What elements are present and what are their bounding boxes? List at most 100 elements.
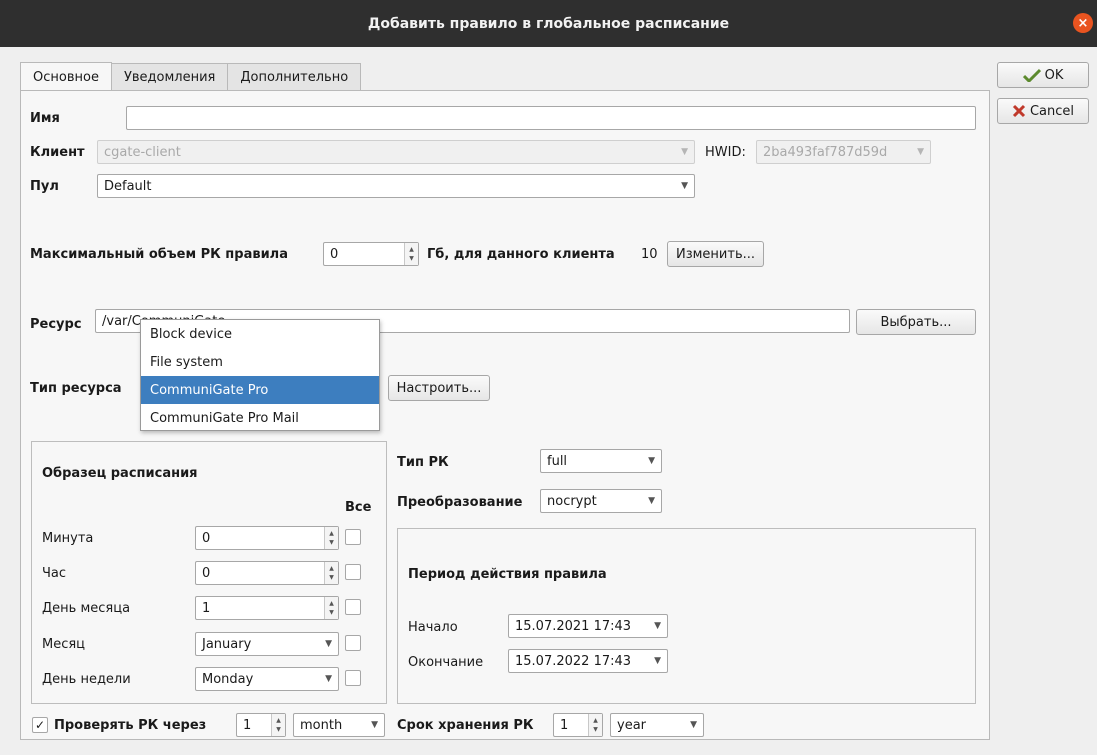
dropdown-option-block-device[interactable]: Block device — [141, 320, 379, 348]
change-quota-button[interactable]: Изменить... — [667, 241, 764, 267]
cancel-button[interactable]: Cancel — [997, 98, 1089, 124]
retention-label: Срок хранения РК — [397, 718, 534, 733]
check-interval-label: Проверять РК через — [54, 718, 207, 733]
client-label: Клиент — [30, 145, 85, 160]
weekday-select[interactable]: Monday ▼ — [195, 667, 339, 691]
hwid-select[interactable]: 2ba493faf787d59d ▼ — [756, 140, 931, 164]
check-unit-value: month — [300, 717, 343, 733]
resource-type-dropdown: Block device File system CommuniGate Pro… — [140, 319, 380, 431]
check-interval-checkbox[interactable]: ✓ — [32, 717, 48, 733]
dropdown-option-file-system[interactable]: File system — [141, 348, 379, 376]
name-input[interactable] — [126, 106, 976, 130]
backup-type-label: Тип РК — [397, 455, 449, 470]
tab-advanced[interactable]: Дополнительно — [227, 63, 362, 91]
retention-value: 1 — [560, 717, 569, 733]
chevron-down-icon: ▼ — [325, 639, 332, 649]
end-label: Окончание — [408, 655, 484, 670]
tab-main[interactable]: Основное — [20, 62, 112, 91]
pool-value: Default — [104, 178, 152, 194]
spinner-arrows-icon[interactable]: ▲ ▼ — [271, 714, 285, 736]
start-datetime-select[interactable]: 15.07.2021 17:43 ▼ — [508, 614, 668, 638]
title-bar: Добавить правило в глобальное расписание… — [0, 0, 1097, 47]
client-select[interactable]: cgate-client ▼ — [97, 140, 695, 164]
resource-label: Ресурс — [30, 317, 82, 332]
weekday-value: Monday — [202, 671, 254, 687]
month-label: Месяц — [42, 637, 86, 652]
weekday-all-checkbox[interactable] — [345, 670, 361, 686]
close-icon[interactable]: × — [1073, 13, 1093, 33]
choose-resource-button[interactable]: Выбрать... — [856, 309, 976, 335]
all-label: Все — [345, 500, 372, 515]
hour-spinner[interactable]: 0 ▲ ▼ — [195, 561, 339, 585]
transform-label: Преобразование — [397, 495, 523, 510]
configure-button[interactable]: Настроить... — [388, 375, 490, 401]
ok-button[interactable]: OK — [997, 62, 1089, 88]
pool-label: Пул — [30, 179, 59, 194]
chevron-down-icon: ▼ — [325, 674, 332, 684]
start-value: 15.07.2021 17:43 — [515, 618, 632, 634]
tab-notifications[interactable]: Уведомления — [110, 63, 229, 91]
max-volume-value: 0 — [330, 246, 339, 262]
chevron-down-icon: ▼ — [681, 147, 688, 157]
chevron-down-icon: ▼ — [917, 147, 924, 157]
resource-type-label: Тип ресурса — [30, 381, 122, 396]
start-label: Начало — [408, 620, 458, 635]
chevron-down-icon: ▼ — [654, 656, 661, 666]
end-value: 15.07.2022 17:43 — [515, 653, 632, 669]
period-group — [397, 528, 976, 704]
spinner-arrows-icon[interactable]: ▲ ▼ — [324, 562, 338, 584]
chevron-down-icon: ▼ — [654, 621, 661, 631]
ok-label: OK — [1044, 67, 1064, 83]
spinner-arrows-icon[interactable]: ▲ ▼ — [588, 714, 602, 736]
cross-icon — [1012, 104, 1026, 118]
check-interval-spinner[interactable]: 1 ▲ ▼ — [236, 713, 286, 737]
backup-type-value: full — [547, 453, 568, 469]
hour-label: Час — [42, 566, 67, 581]
cancel-label: Cancel — [1029, 103, 1075, 119]
weekday-label: День недели — [42, 672, 131, 687]
chevron-down-icon: ▼ — [681, 181, 688, 191]
window-title: Добавить правило в глобальное расписание — [367, 15, 730, 32]
chevron-down-icon: ▼ — [648, 456, 655, 466]
month-all-checkbox[interactable] — [345, 635, 361, 651]
backup-type-select[interactable]: full ▼ — [540, 449, 662, 473]
period-title: Период действия правила — [408, 567, 607, 582]
max-volume-spinner[interactable]: 0 ▲ ▼ — [323, 242, 419, 266]
minute-label: Минута — [42, 531, 94, 546]
day-value: 1 — [202, 600, 211, 616]
client-quota-value: 10 — [641, 247, 658, 262]
check-interval-unit-select[interactable]: month ▼ — [293, 713, 385, 737]
spinner-arrows-icon[interactable]: ▲ ▼ — [324, 527, 338, 549]
dropdown-option-communigate-pro-mail[interactable]: CommuniGate Pro Mail — [141, 404, 379, 432]
minute-spinner[interactable]: 0 ▲ ▼ — [195, 526, 339, 550]
chevron-down-icon: ▼ — [690, 720, 697, 730]
day-spinner[interactable]: 1 ▲ ▼ — [195, 596, 339, 620]
check-interval-value: 1 — [243, 717, 252, 733]
hwid-value: 2ba493faf787d59d — [763, 144, 888, 160]
retention-unit-select[interactable]: year ▼ — [610, 713, 704, 737]
spinner-arrows-icon[interactable]: ▲ ▼ — [324, 597, 338, 619]
month-select[interactable]: January ▼ — [195, 632, 339, 656]
dropdown-option-communigate-pro[interactable]: CommuniGate Pro — [141, 376, 379, 404]
client-value: cgate-client — [104, 144, 181, 160]
hour-all-checkbox[interactable] — [345, 564, 361, 580]
name-label: Имя — [30, 111, 60, 126]
spinner-arrows-icon[interactable]: ▲ ▼ — [404, 243, 418, 265]
retention-unit-value: year — [617, 717, 647, 733]
hwid-label: HWID: — [705, 145, 746, 160]
day-all-checkbox[interactable] — [345, 599, 361, 615]
tab-bar: Основное Уведомления Дополнительно — [20, 62, 362, 91]
chevron-down-icon: ▼ — [371, 720, 378, 730]
day-label: День месяца — [42, 601, 131, 616]
retention-spinner[interactable]: 1 ▲ ▼ — [553, 713, 603, 737]
checkmark-icon — [1022, 68, 1041, 82]
client-quota-label: Гб, для данного клиента — [427, 247, 615, 262]
minute-value: 0 — [202, 530, 211, 546]
pool-select[interactable]: Default ▼ — [97, 174, 695, 198]
transform-select[interactable]: nocrypt ▼ — [540, 489, 662, 513]
minute-all-checkbox[interactable] — [345, 529, 361, 545]
max-volume-label: Максимальный объем РК правила — [30, 247, 288, 262]
end-datetime-select[interactable]: 15.07.2022 17:43 ▼ — [508, 649, 668, 673]
chevron-down-icon: ▼ — [648, 496, 655, 506]
hour-value: 0 — [202, 565, 211, 581]
